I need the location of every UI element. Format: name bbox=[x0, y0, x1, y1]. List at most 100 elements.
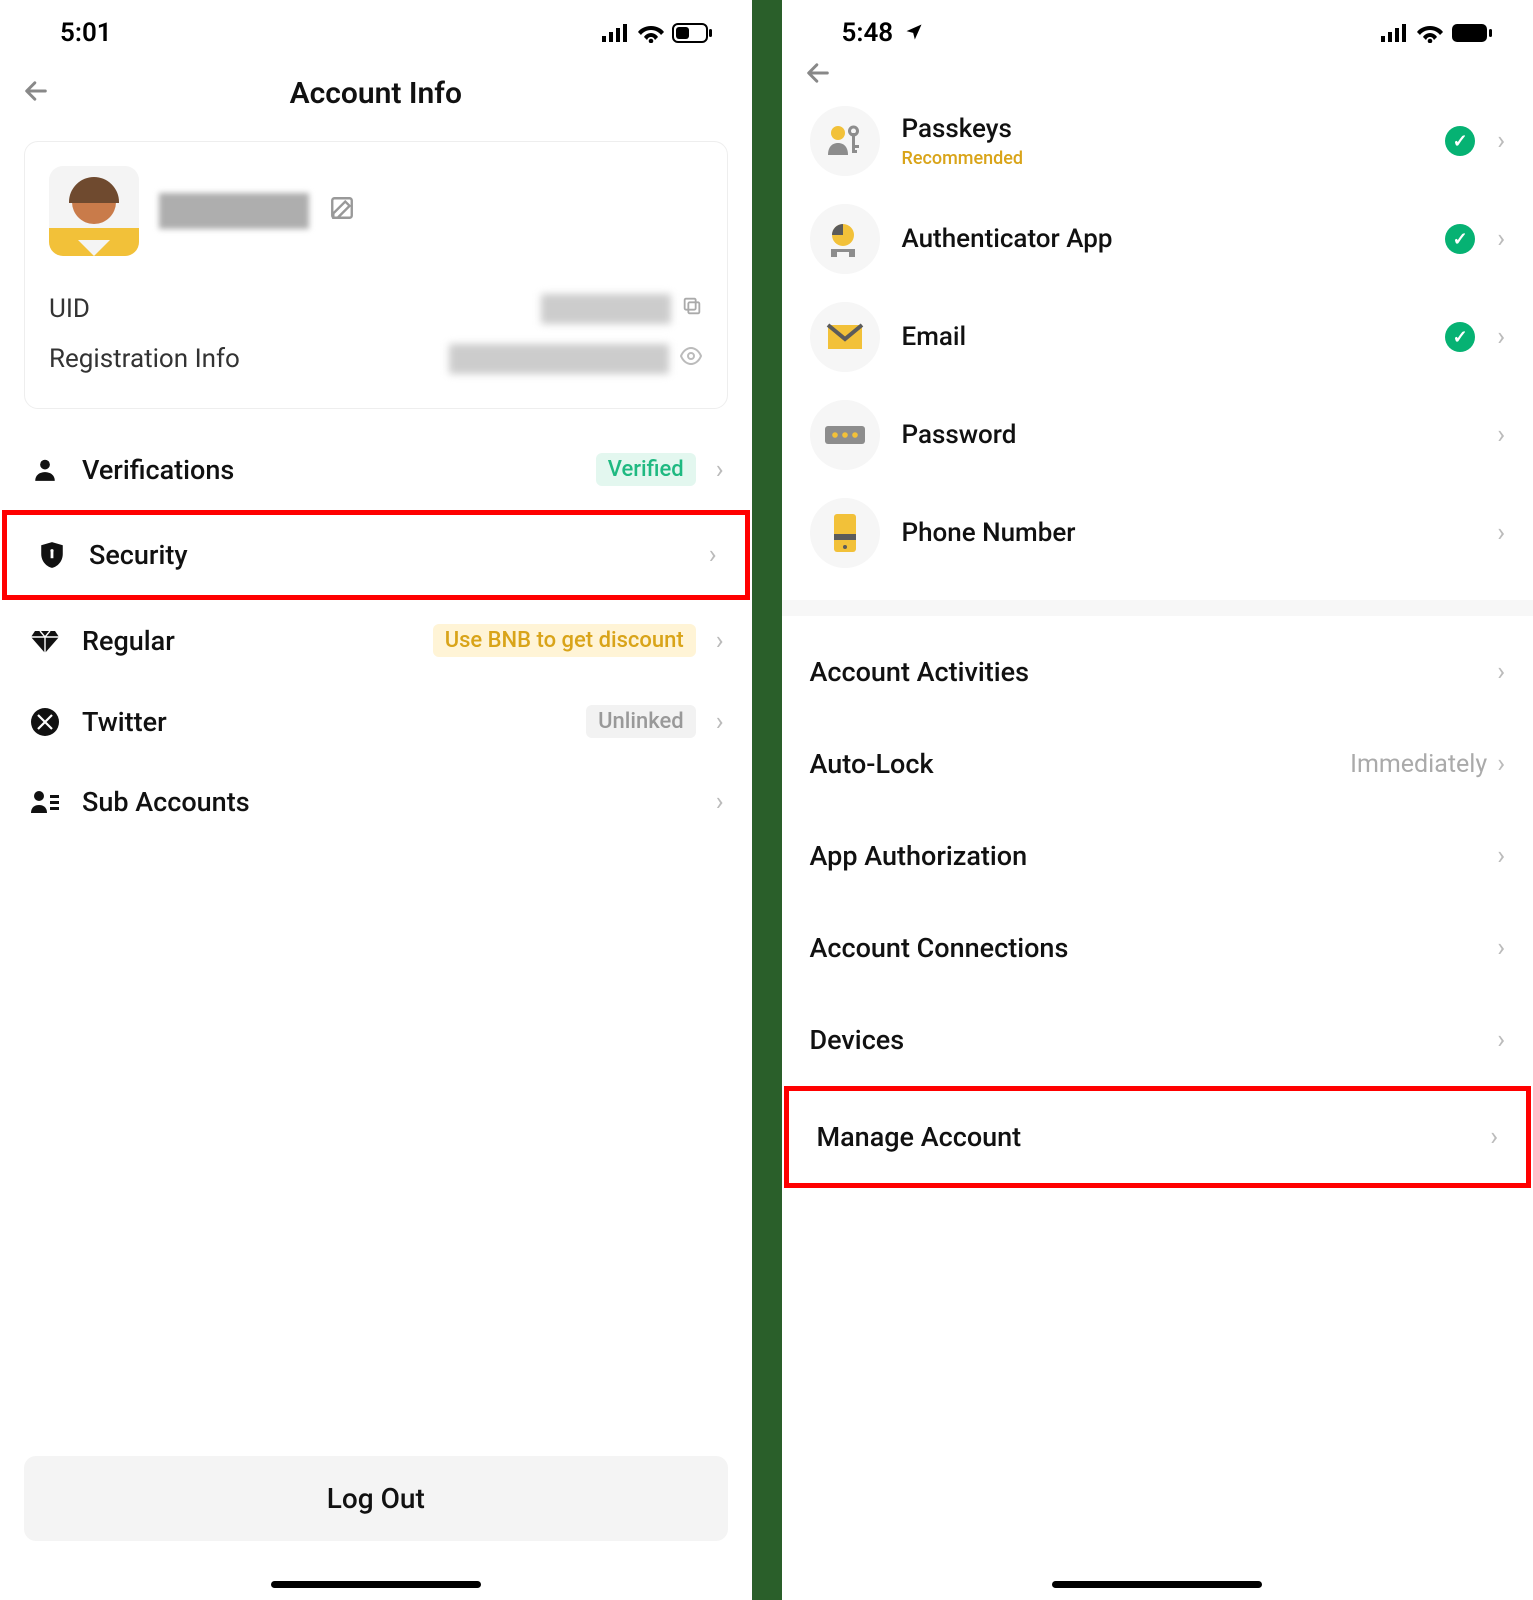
sec-passkeys[interactable]: Passkeys Recommended ✓ › bbox=[782, 92, 1533, 190]
sec-title: Phone Number bbox=[902, 518, 1476, 548]
sec-password[interactable]: Password › bbox=[782, 386, 1533, 484]
row-value: Immediately bbox=[1350, 750, 1487, 779]
email-icon bbox=[810, 302, 880, 372]
row-auto-lock[interactable]: Auto-Lock Immediately › bbox=[782, 718, 1533, 810]
diamond-icon bbox=[28, 629, 62, 653]
person-icon bbox=[28, 457, 62, 483]
row-label: Manage Account bbox=[817, 1121, 1481, 1153]
sec-title: Password bbox=[902, 420, 1476, 450]
chevron-right-icon: › bbox=[716, 787, 724, 817]
reg-label: Registration Info bbox=[49, 344, 240, 374]
sec-authenticator[interactable]: Authenticator App ✓ › bbox=[782, 190, 1533, 288]
row-label: App Authorization bbox=[810, 840, 1488, 872]
row-security[interactable]: Security › bbox=[2, 510, 750, 600]
copy-icon[interactable] bbox=[681, 295, 703, 323]
chevron-right-icon: › bbox=[716, 707, 724, 737]
signal-icon bbox=[602, 24, 630, 42]
row-twitter[interactable]: Twitter Unlinked › bbox=[0, 681, 752, 762]
edit-icon[interactable] bbox=[329, 195, 355, 228]
screenshot-divider bbox=[752, 0, 782, 1600]
row-label: Sub Accounts bbox=[82, 786, 696, 818]
status-indicators bbox=[1381, 23, 1493, 43]
reg-row: Registration Info bbox=[49, 334, 703, 384]
row-label: Auto-Lock bbox=[810, 748, 1341, 780]
passkeys-icon bbox=[810, 106, 880, 176]
chevron-right-icon: › bbox=[1497, 1025, 1505, 1055]
back-icon[interactable] bbox=[22, 74, 50, 114]
status-bar: 5:48 bbox=[782, 0, 1533, 66]
check-icon: ✓ bbox=[1445, 126, 1475, 156]
group-icon bbox=[28, 789, 62, 815]
chevron-right-icon: › bbox=[1497, 933, 1505, 963]
chevron-right-icon: › bbox=[1497, 126, 1505, 156]
sec-email[interactable]: Email ✓ › bbox=[782, 288, 1533, 386]
row-regular[interactable]: Regular Use BNB to get discount › bbox=[0, 600, 752, 681]
check-icon: ✓ bbox=[1445, 322, 1475, 352]
battery-full-icon bbox=[1451, 23, 1493, 43]
chevron-right-icon: › bbox=[1497, 420, 1505, 450]
uid-label: UID bbox=[49, 294, 90, 324]
uid-row: UID bbox=[49, 284, 703, 334]
phone-icon bbox=[810, 498, 880, 568]
username-redacted bbox=[159, 193, 309, 229]
row-label: Account Activities bbox=[810, 656, 1488, 688]
profile-top bbox=[49, 166, 703, 256]
chevron-right-icon: › bbox=[1497, 322, 1505, 352]
row-devices[interactable]: Devices › bbox=[782, 994, 1533, 1086]
row-label: Twitter bbox=[82, 706, 566, 738]
avatar[interactable] bbox=[49, 166, 139, 256]
unlinked-badge: Unlinked bbox=[586, 705, 696, 738]
profile-card: UID Registration Info bbox=[24, 141, 728, 409]
home-indicator bbox=[1052, 1581, 1262, 1588]
logout-button[interactable]: Log Out bbox=[24, 1456, 728, 1541]
nav-header bbox=[782, 66, 1533, 92]
chevron-right-icon: › bbox=[1497, 657, 1505, 687]
check-icon: ✓ bbox=[1445, 224, 1475, 254]
uid-value-redacted bbox=[541, 294, 671, 324]
page-title: Account Info bbox=[20, 76, 732, 111]
row-label: Regular bbox=[82, 625, 413, 657]
status-indicators bbox=[602, 23, 712, 43]
sec-title: Email bbox=[902, 322, 1424, 352]
wifi-icon bbox=[638, 23, 664, 43]
verified-badge: Verified bbox=[596, 453, 696, 486]
chevron-right-icon: › bbox=[716, 626, 724, 656]
row-manage-account[interactable]: Manage Account › bbox=[784, 1086, 1532, 1188]
sec-subtitle: Recommended bbox=[902, 148, 1424, 169]
shield-icon bbox=[35, 541, 69, 569]
nav-header: Account Info bbox=[0, 66, 752, 141]
chevron-right-icon: › bbox=[1497, 841, 1505, 871]
row-sub-accounts[interactable]: Sub Accounts › bbox=[0, 762, 752, 842]
row-verifications[interactable]: Verifications Verified › bbox=[0, 429, 752, 510]
phone-left: 5:01 Account Info UID bbox=[0, 0, 752, 1600]
authenticator-icon bbox=[810, 204, 880, 274]
section-divider bbox=[782, 600, 1533, 616]
row-label: Devices bbox=[810, 1024, 1488, 1056]
chevron-right-icon: › bbox=[716, 455, 724, 485]
signal-icon bbox=[1381, 24, 1409, 42]
password-icon bbox=[810, 400, 880, 470]
twitter-x-icon bbox=[28, 707, 62, 737]
reg-value-redacted bbox=[449, 344, 669, 374]
sec-phone[interactable]: Phone Number › bbox=[782, 484, 1533, 582]
eye-icon[interactable] bbox=[679, 344, 703, 374]
chevron-right-icon: › bbox=[1490, 1122, 1498, 1152]
chevron-right-icon: › bbox=[1497, 224, 1505, 254]
row-label: Account Connections bbox=[810, 932, 1488, 964]
location-arrow-icon bbox=[904, 22, 924, 42]
chevron-right-icon: › bbox=[1497, 749, 1505, 779]
chevron-right-icon: › bbox=[1497, 518, 1505, 548]
row-app-authorization[interactable]: App Authorization › bbox=[782, 810, 1533, 902]
row-label: Security bbox=[89, 539, 689, 571]
chevron-right-icon: › bbox=[709, 540, 717, 570]
status-time: 5:01 bbox=[60, 18, 112, 48]
row-label: Verifications bbox=[82, 454, 576, 486]
phone-right: 5:48 Passkeys Recommended ✓ › Authentica… bbox=[782, 0, 1533, 1600]
sec-title: Authenticator App bbox=[902, 224, 1424, 254]
row-account-activities[interactable]: Account Activities › bbox=[782, 626, 1533, 718]
status-time: 5:48 bbox=[842, 18, 924, 48]
bnb-badge: Use BNB to get discount bbox=[433, 624, 696, 657]
back-icon[interactable] bbox=[804, 56, 832, 96]
home-indicator bbox=[271, 1581, 481, 1588]
row-account-connections[interactable]: Account Connections › bbox=[782, 902, 1533, 994]
